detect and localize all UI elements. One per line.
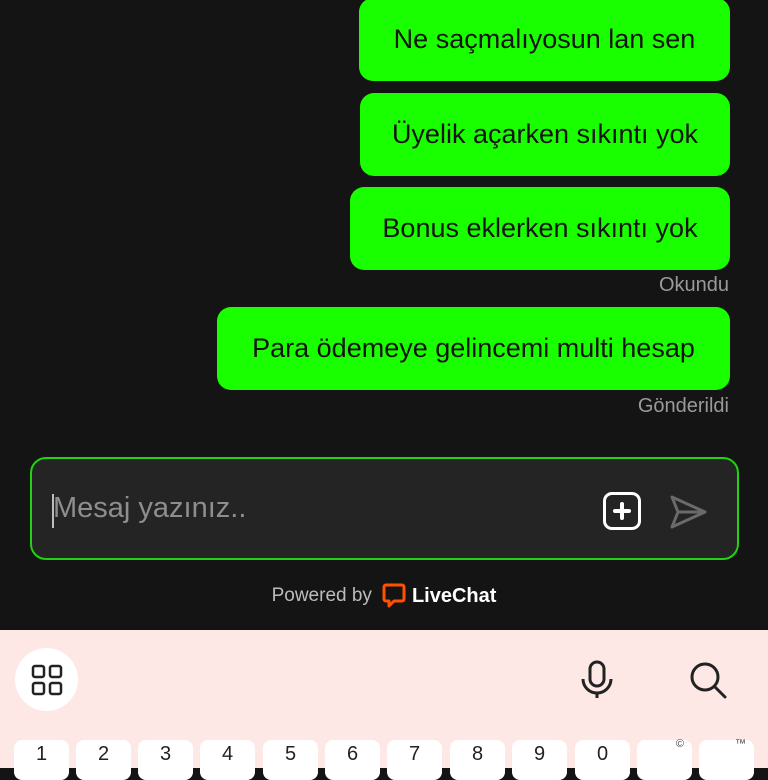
copyright-hint: © xyxy=(675,738,684,750)
message-composer[interactable]: Mesaj yazınız.. xyxy=(30,457,739,560)
key-symbol-copyright[interactable]: © xyxy=(637,738,692,780)
key-0[interactable]: 0 xyxy=(575,740,630,780)
message-text: Para ödemeye gelincemi multi hesap xyxy=(252,333,695,363)
key-3[interactable]: 3 xyxy=(138,740,193,780)
plus-square-icon[interactable] xyxy=(603,492,641,530)
key-5[interactable]: 5 xyxy=(263,740,318,780)
sent-status: Gönderildi xyxy=(637,395,729,417)
key-9[interactable]: 9 xyxy=(512,740,567,780)
search-icon[interactable] xyxy=(688,660,728,700)
message-bubble: Ne saçmalıyosun lan sen xyxy=(359,0,730,81)
message-text: Ne saçmalıyosun lan sen xyxy=(393,24,696,54)
key-2[interactable]: 2 xyxy=(76,740,131,780)
key-6[interactable]: 6 xyxy=(325,740,380,780)
message-bubble: Para ödemeye gelincemi multi hesap xyxy=(217,307,730,390)
number-key-row: 1 2 3 4 5 6 7 8 9 0 © ™ xyxy=(0,738,768,780)
key-7[interactable]: 7 xyxy=(387,740,442,780)
key-symbol-trademark[interactable]: ™ xyxy=(699,738,754,780)
key-4[interactable]: 4 xyxy=(200,740,255,780)
trademark-hint: ™ xyxy=(735,738,746,750)
message-bubble: Bonus eklerken sıkıntı yok xyxy=(350,187,730,270)
send-icon[interactable] xyxy=(667,491,709,533)
microphone-icon[interactable] xyxy=(578,660,616,700)
powered-by-footer[interactable]: Powered by LiveChat xyxy=(0,580,768,612)
livechat-logo-icon xyxy=(382,583,406,608)
message-text: Bonus eklerken sıkıntı yok xyxy=(382,213,698,243)
grid-icon[interactable] xyxy=(15,648,78,711)
key-1[interactable]: 1 xyxy=(14,740,69,780)
livechat-brand: LiveChat xyxy=(411,584,497,607)
powered-by-text: Powered by xyxy=(271,585,372,606)
message-input[interactable]: Mesaj yazınız.. xyxy=(53,492,246,525)
chat-area: Ne saçmalıyosun lan sen Üyelik açarken s… xyxy=(0,0,768,630)
key-8[interactable]: 8 xyxy=(450,740,505,780)
message-bubble: Üyelik açarken sıkıntı yok xyxy=(360,93,730,176)
message-text: Üyelik açarken sıkıntı yok xyxy=(391,119,699,149)
read-status: Okundu xyxy=(658,274,729,296)
